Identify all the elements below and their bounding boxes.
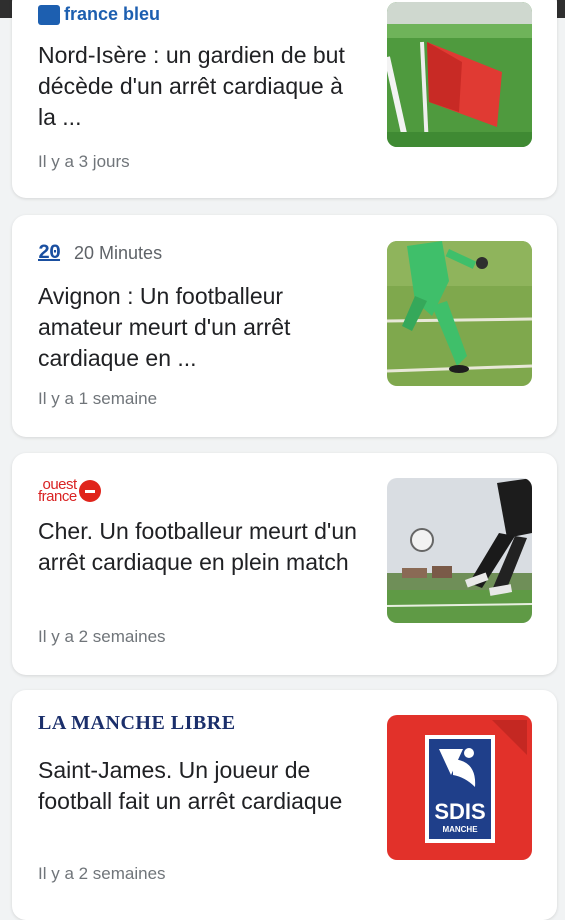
france-bleu-icon (38, 4, 60, 25)
source-ouest-france: ouest france (38, 477, 101, 505)
timestamp: Il y a 3 jours (38, 152, 130, 171)
thumbnail-corner-flag[interactable] (387, 2, 532, 147)
source-20-minutes: 20 20 Minutes (38, 242, 162, 265)
source-france-bleu: france bleu (38, 4, 160, 25)
timestamp: Il y a 2 semaines (38, 864, 166, 883)
news-card-1[interactable]: france bleu Nord-Isère : un gardien de b… (12, 0, 557, 198)
football-kick-photo (387, 478, 532, 623)
20-minutes-logo: 20 (38, 242, 61, 265)
sdis-manche-logo: SDIS MANCHE (387, 715, 532, 860)
news-card-3[interactable]: ouest france Cher. Un footballeur meurt … (12, 453, 557, 675)
ouest-france-icon (78, 480, 101, 502)
thumbnail-sdis[interactable]: SDIS MANCHE (387, 715, 532, 860)
news-card-4[interactable]: LA MANCHE LIBRE Saint-James. Un joueur d… (12, 690, 557, 920)
headline[interactable]: Avignon : Un footballeur amateur meurt d… (38, 281, 358, 374)
news-card-2[interactable]: 20 20 Minutes Avignon : Un footballeur a… (12, 215, 557, 437)
source-name: 20 Minutes (74, 243, 163, 263)
ouest-france-logo: ouest france (38, 477, 101, 505)
source-name: france bleu (64, 4, 161, 24)
source-la-manche-libre: LA MANCHE LIBRE (38, 712, 236, 735)
headline[interactable]: Saint-James. Un joueur de football fait … (38, 755, 358, 817)
headline[interactable]: Nord-Isère : un gardien de but décède d'… (38, 40, 358, 133)
timestamp: Il y a 1 semaine (38, 389, 158, 408)
la-manche-libre-logo: LA MANCHE LIBRE (38, 712, 236, 734)
france-bleu-logo: france bleu (38, 4, 160, 25)
sdis-text: SDIS (434, 799, 485, 824)
goalkeeper-kick-photo (387, 241, 532, 386)
headline[interactable]: Cher. Un footballeur meurt d'un arrêt ca… (38, 516, 358, 578)
thumbnail-goalkeeper[interactable] (387, 241, 532, 386)
thumbnail-football-kick[interactable] (387, 478, 532, 623)
logo-text-bottom: france (38, 488, 77, 505)
corner-flag-photo (387, 2, 532, 147)
manche-text: MANCHE (442, 825, 478, 834)
timestamp: Il y a 2 semaines (38, 627, 166, 646)
